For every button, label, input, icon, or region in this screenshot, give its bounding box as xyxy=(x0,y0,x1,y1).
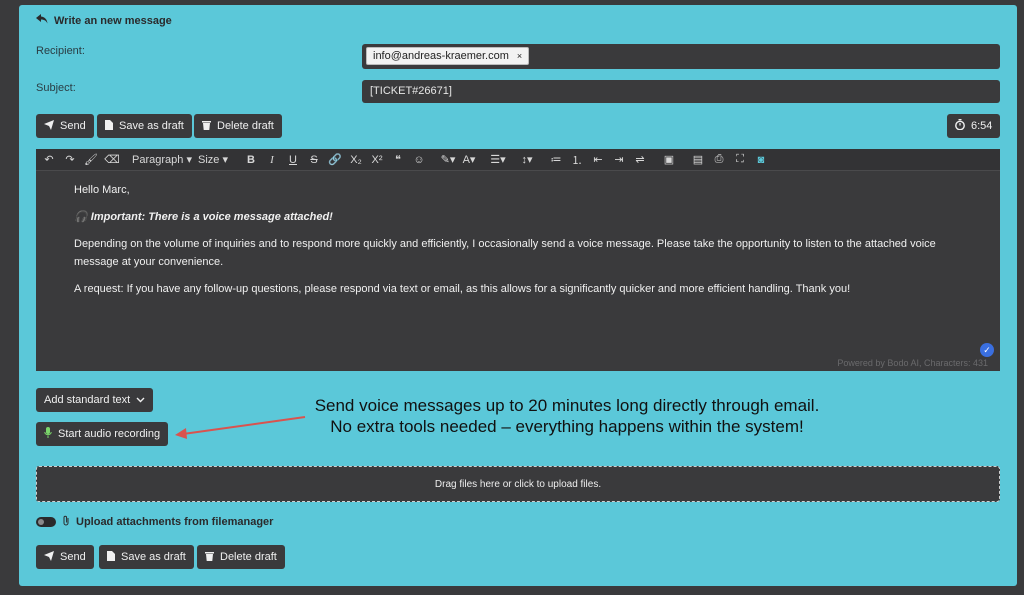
headphones-icon: 🎧 xyxy=(74,211,91,223)
paragraph-dropdown-label: Paragraph xyxy=(132,153,184,166)
document-icon xyxy=(107,550,115,564)
recipient-label: Recipient: xyxy=(36,45,85,57)
remove-recipient-icon[interactable]: × xyxy=(517,51,522,61)
recipient-chip[interactable]: info@andreas-kraemer.com × xyxy=(366,47,530,65)
preview-icon[interactable]: ▤ xyxy=(689,152,707,168)
compose-panel: Write an new message Recipient: info@and… xyxy=(19,5,1017,586)
subject-value: [TICKET#26671] xyxy=(370,85,452,97)
annotation-line-1: Send voice messages up to 20 minutes lon… xyxy=(314,396,820,415)
save-draft-button-label: Save as draft xyxy=(119,120,184,132)
filemanager-toggle[interactable] xyxy=(36,517,56,527)
subject-label: Subject: xyxy=(36,82,76,94)
send-button-label: Send xyxy=(60,120,86,132)
add-standard-text-button[interactable]: Add standard text xyxy=(36,388,154,412)
recipient-chip-label: info@andreas-kraemer.com xyxy=(373,50,509,62)
checkmark-icon: ✓ xyxy=(980,343,994,357)
body-paragraph-1: Depending on the volume of inquiries and… xyxy=(74,238,936,268)
timer-badge: 6:54 xyxy=(947,114,1001,138)
delete-draft-button-bottom[interactable]: Delete draft xyxy=(197,545,285,569)
italic-button[interactable]: I xyxy=(263,152,281,168)
paper-plane-icon xyxy=(44,550,54,564)
delete-draft-button[interactable]: Delete draft xyxy=(194,114,282,138)
start-audio-recording-label: Start audio recording xyxy=(58,428,161,440)
microphone-icon xyxy=(44,427,52,441)
subscript-button[interactable]: X₂ xyxy=(347,152,365,168)
important-text: Important: There is a voice message atta… xyxy=(90,211,333,223)
delete-draft-button-label: Delete draft xyxy=(217,120,274,132)
align-dropdown-icon[interactable]: ☰▾ xyxy=(489,152,507,168)
undo-icon[interactable]: ↶ xyxy=(40,152,58,168)
ai-assistant-icon[interactable]: ◙ xyxy=(752,152,770,168)
paper-plane-icon xyxy=(44,119,54,133)
save-draft-button-bottom-label: Save as draft xyxy=(121,551,186,563)
highlight-color-icon[interactable]: ✎▾ xyxy=(439,152,457,168)
underline-button[interactable]: U xyxy=(284,152,302,168)
bullet-list-icon[interactable]: ≔ xyxy=(547,152,565,168)
start-audio-recording-button[interactable]: Start audio recording xyxy=(36,422,169,446)
outdent-icon[interactable]: ⇤ xyxy=(589,152,607,168)
greeting-line: Hello Marc, xyxy=(74,184,130,196)
strikethrough-button[interactable]: S xyxy=(305,152,323,168)
link-icon[interactable]: 🔗 xyxy=(326,152,344,168)
chevron-down-icon xyxy=(136,394,145,406)
important-line: 🎧 Important: There is a voice message at… xyxy=(74,208,974,226)
line-height-dropdown-icon[interactable]: ↕▾ xyxy=(518,152,536,168)
recipient-field[interactable]: info@andreas-kraemer.com × xyxy=(362,44,1000,69)
editor-content[interactable]: Hello Marc, 🎧 Important: There is a voic… xyxy=(74,181,974,307)
message-editor[interactable]: ↶ ↷ 🖌 ⌫ Paragraph ▾ Size ▾ B I U S 🔗 X₂ … xyxy=(36,149,1000,371)
annotation-line-2: No extra tools needed – everything happe… xyxy=(330,417,804,436)
superscript-button[interactable]: X² xyxy=(368,152,386,168)
font-color-button[interactable]: A ▾ xyxy=(460,152,478,168)
redo-icon[interactable]: ↷ xyxy=(61,152,79,168)
filemanager-label: Upload attachments from filemanager xyxy=(76,516,274,528)
paperclip-icon xyxy=(62,515,70,529)
emoji-icon[interactable]: ☺ xyxy=(410,152,428,168)
stopwatch-icon xyxy=(955,119,965,133)
blockquote-button[interactable]: ❝ xyxy=(389,152,407,168)
save-draft-button-bottom[interactable]: Save as draft xyxy=(99,545,194,569)
compose-title: Write an new message xyxy=(54,14,172,27)
trash-icon xyxy=(202,120,211,133)
send-button[interactable]: Send xyxy=(36,114,94,138)
numbered-list-icon[interactable]: ⒈ xyxy=(568,152,586,168)
reply-icon xyxy=(36,14,48,27)
body-paragraph-2: A request: If you have any follow-up que… xyxy=(74,283,851,295)
font-color-label: A xyxy=(462,153,470,166)
horizontal-rule-icon[interactable]: ⇌ xyxy=(631,152,649,168)
send-button-bottom[interactable]: Send xyxy=(36,545,94,569)
image-icon[interactable]: ▣ xyxy=(660,152,678,168)
send-button-bottom-label: Send xyxy=(60,551,86,563)
file-dropzone[interactable]: Drag files here or click to upload files… xyxy=(36,466,1000,502)
format-painter-icon[interactable]: 🖌 xyxy=(82,152,100,168)
save-draft-button[interactable]: Save as draft xyxy=(97,114,192,138)
size-dropdown-label: Size xyxy=(198,153,220,166)
delete-draft-button-bottom-label: Delete draft xyxy=(220,551,277,563)
editor-footer-note: Powered by Bodo AI, Characters: 431 xyxy=(837,358,988,368)
timer-value: 6:54 xyxy=(971,120,993,132)
bold-button[interactable]: B xyxy=(242,152,260,168)
trash-icon xyxy=(205,551,214,564)
add-standard-text-label: Add standard text xyxy=(44,394,131,406)
compose-header: Write an new message xyxy=(36,14,172,27)
filemanager-row: Upload attachments from filemanager xyxy=(36,515,273,529)
fullscreen-icon[interactable]: ⛶ xyxy=(731,152,749,168)
print-icon[interactable]: ⎙ xyxy=(710,152,728,168)
annotation-callout: Send voice messages up to 20 minutes lon… xyxy=(287,395,847,437)
document-icon xyxy=(105,119,113,133)
editor-toolbar: ↶ ↷ 🖌 ⌫ Paragraph ▾ Size ▾ B I U S 🔗 X₂ … xyxy=(36,149,1000,171)
indent-icon[interactable]: ⇥ xyxy=(610,152,628,168)
eraser-icon[interactable]: ⌫ xyxy=(103,152,121,168)
paragraph-dropdown[interactable]: Paragraph ▾ xyxy=(132,152,192,168)
size-dropdown[interactable]: Size ▾ xyxy=(195,152,231,168)
dropzone-text: Drag files here or click to upload files… xyxy=(434,478,602,490)
subject-input[interactable]: [TICKET#26671] xyxy=(362,80,1000,103)
